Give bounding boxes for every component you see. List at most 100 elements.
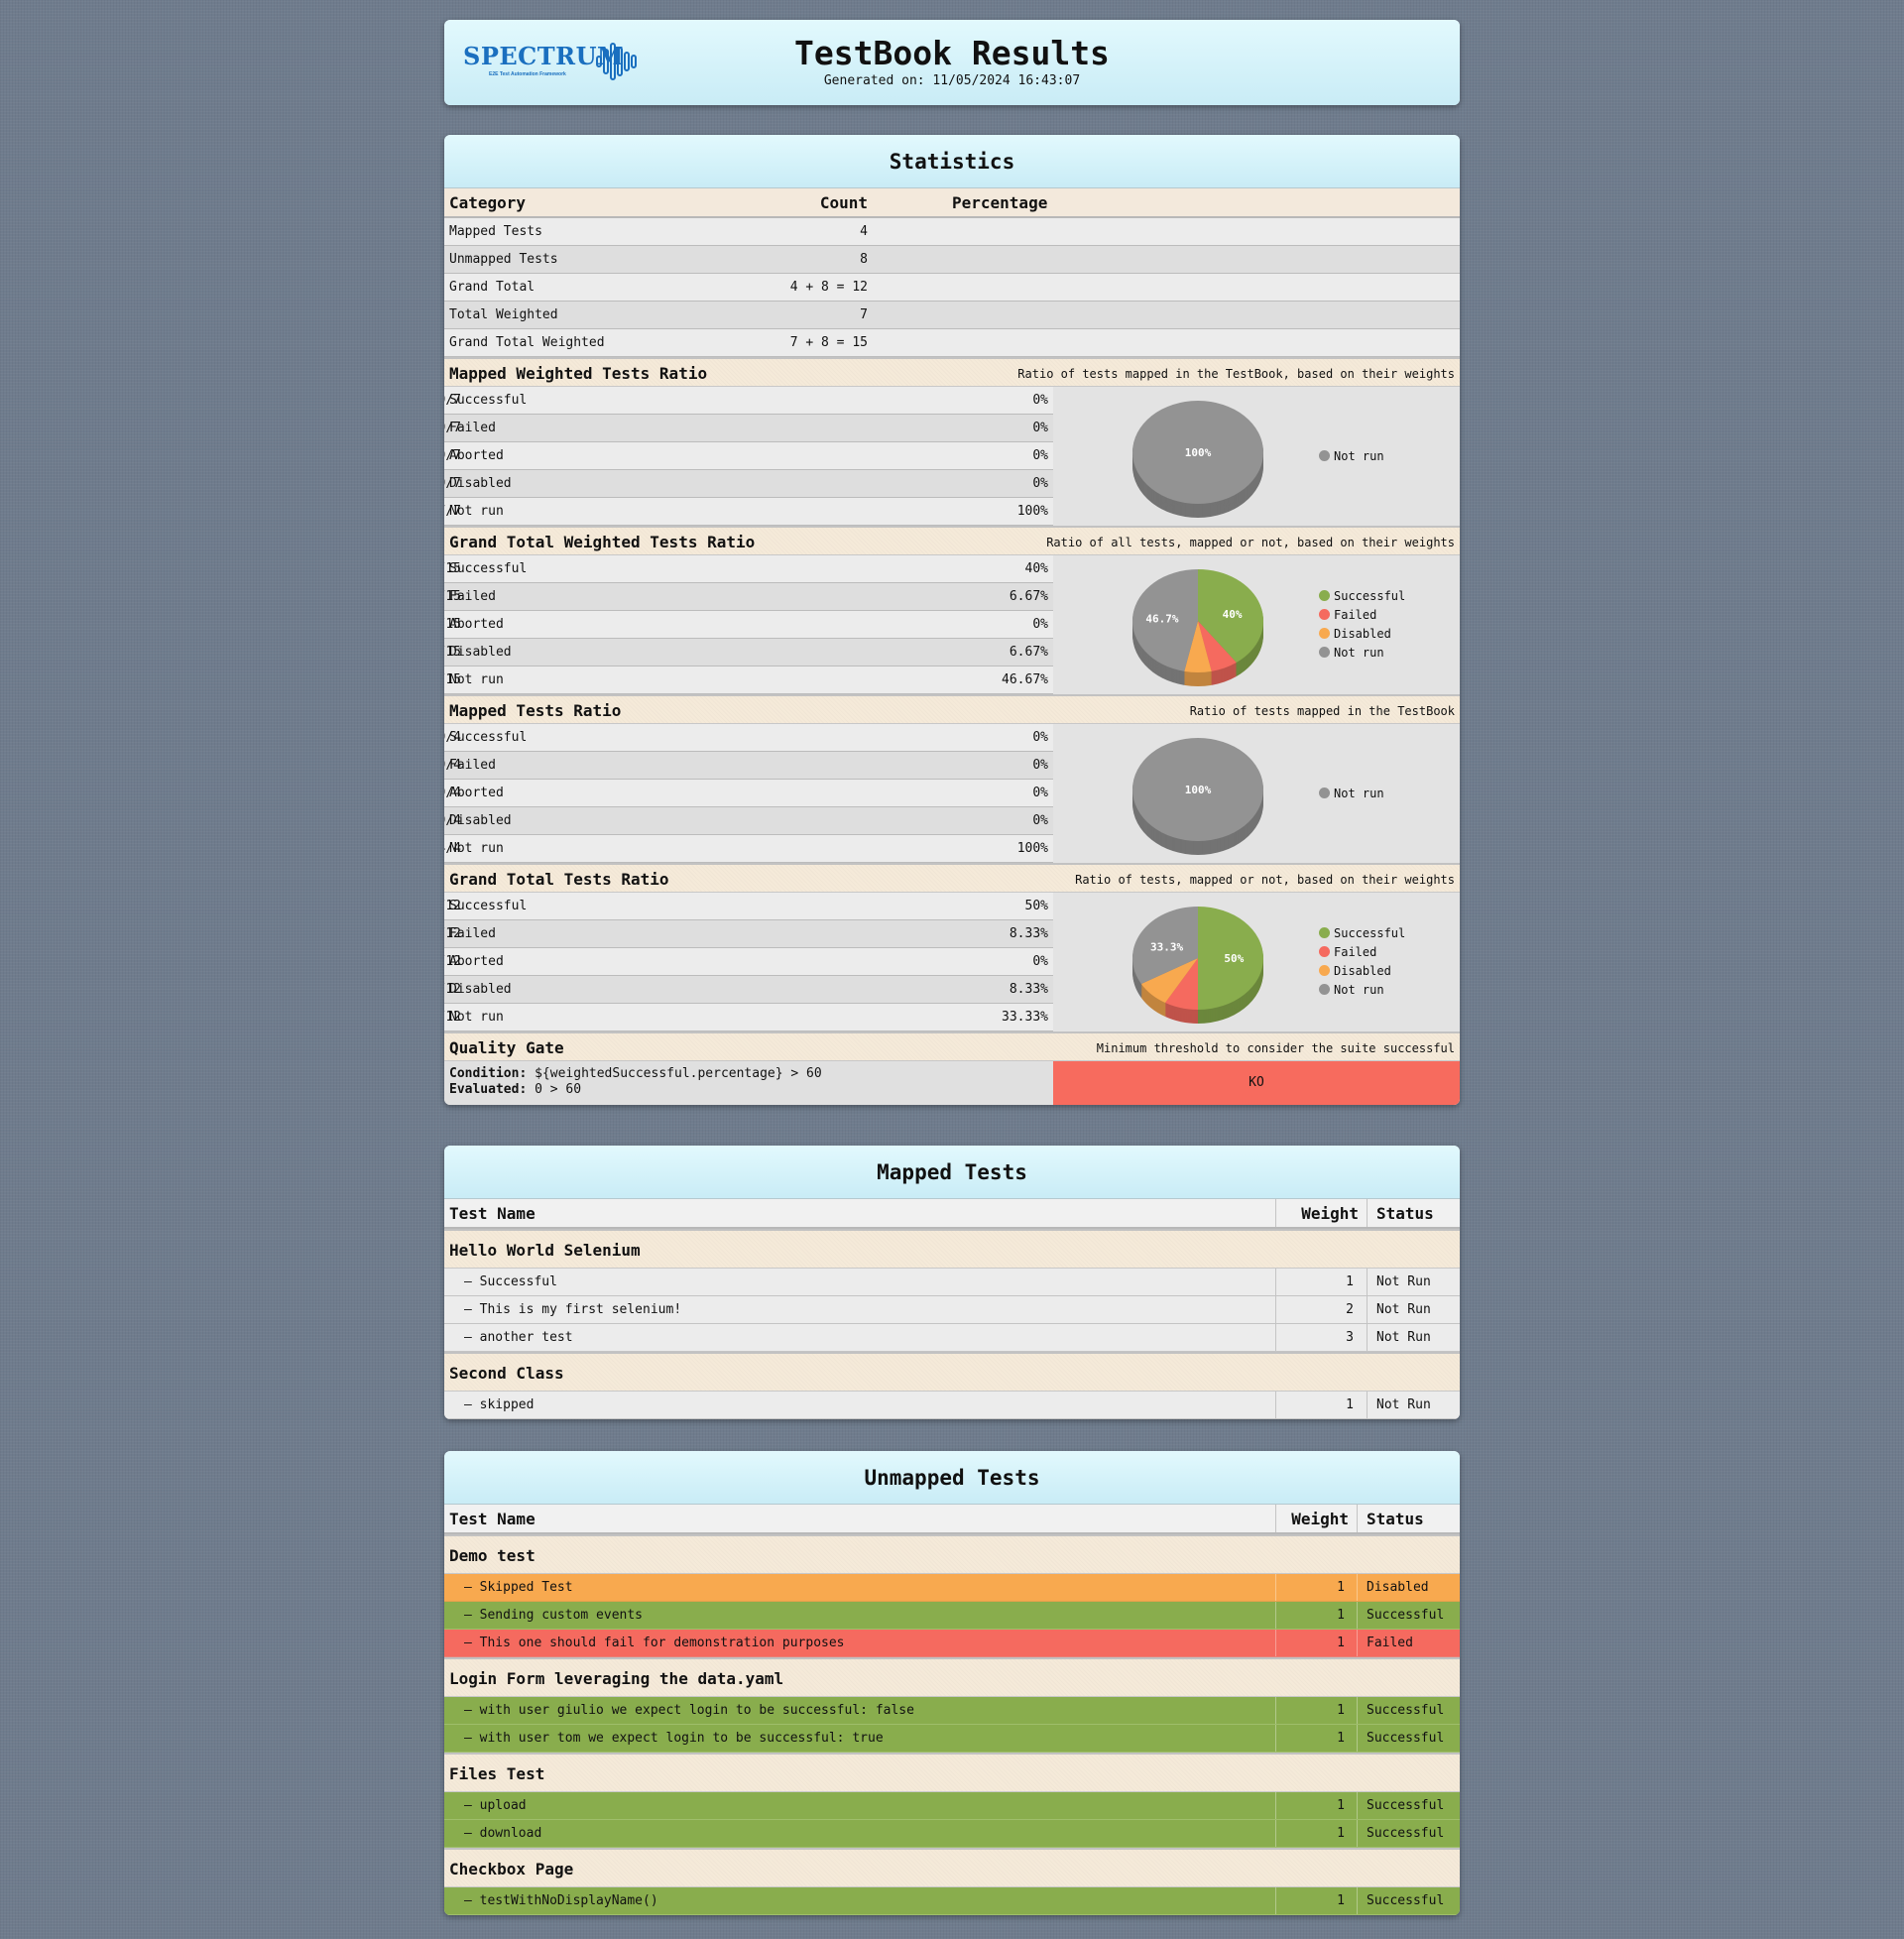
test-row: – This is my first selenium! 2 Not Run xyxy=(444,1296,1460,1324)
ratio-pie-chart: 50% 33.3% xyxy=(1132,907,1263,1024)
ratio-row: Not run7/7100% xyxy=(444,498,1053,526)
test-group-name: Files Test xyxy=(449,1764,545,1783)
legend-label: Not run xyxy=(1334,786,1384,800)
test-row: – download 1 Successful xyxy=(444,1820,1460,1848)
pie-label: 46.7% xyxy=(1145,613,1178,626)
test-row: – Skipped Test 1 Disabled xyxy=(444,1574,1460,1602)
legend-label: Failed xyxy=(1334,608,1377,622)
summary-category: Grand Total Weighted xyxy=(449,335,605,350)
test-status: Successful xyxy=(1367,1826,1445,1841)
ratio-header: Mapped Tests Ratio Ratio of tests mapped … xyxy=(444,694,1460,724)
test-name: – Skipped Test xyxy=(464,1580,573,1595)
legend-label: Successful xyxy=(1334,589,1406,603)
ratio-row: Not run7/1546.67% xyxy=(444,667,1053,694)
test-name: – Successful xyxy=(464,1274,557,1289)
statistics-card: Statistics Category Count Percentage Map… xyxy=(444,135,1460,1105)
col-status: Status xyxy=(1367,1510,1424,1528)
test-weight: 1 xyxy=(1346,1274,1354,1289)
test-row: – upload 1 Successful xyxy=(444,1792,1460,1820)
summary-category: Total Weighted xyxy=(449,307,558,322)
col-count: Count xyxy=(819,193,868,212)
test-status: Failed xyxy=(1367,1636,1413,1650)
quality-gate-desc: Minimum threshold to consider the suite … xyxy=(1096,1041,1455,1055)
ratio-row-percentage: 40% xyxy=(1024,561,1048,576)
ratio-block: Successful6/1540%Failed1/156.67%Aborted0… xyxy=(444,555,1460,695)
ratio-row-count: 1/12 xyxy=(444,926,461,941)
ratio-row-count: 0/7 xyxy=(444,421,461,435)
mapped-tests-body: Hello World Selenium – Successful 1 Not Run… xyxy=(444,1229,1460,1419)
test-weight: 1 xyxy=(1337,1636,1345,1650)
ratio-row: Successful0/40% xyxy=(444,724,1053,752)
pie-area: 100% Not run xyxy=(1053,724,1460,864)
legend-item: Disabled xyxy=(1319,962,1405,981)
unmapped-tests-header: Test Name Weight Status xyxy=(444,1505,1460,1534)
test-weight: 1 xyxy=(1337,1608,1345,1623)
ratio-row-percentage: 46.67% xyxy=(1002,672,1048,687)
legend-dot-icon xyxy=(1319,927,1330,938)
test-name: – upload xyxy=(464,1798,527,1813)
test-group-header: Login Form leveraging the data.yaml xyxy=(444,1657,1460,1697)
ratio-row: Disabled0/40% xyxy=(444,807,1053,835)
ratio-row-percentage: 0% xyxy=(1032,758,1048,773)
summary-row: Grand Total 4 + 8 = 12 xyxy=(444,274,1460,302)
quality-gate-title: Quality Gate xyxy=(449,1038,564,1057)
test-name: – download xyxy=(464,1826,542,1841)
pie-legend: Not run xyxy=(1319,447,1384,466)
col-status: Status xyxy=(1376,1204,1434,1223)
test-weight: 1 xyxy=(1337,1826,1345,1841)
col-weight: Weight xyxy=(1301,1204,1359,1223)
quality-gate-condition: Condition: ${weightedSuccessful.percenta… xyxy=(449,1066,822,1098)
legend-item: Not run xyxy=(1319,644,1405,663)
ratio-row: Successful6/1540% xyxy=(444,555,1053,583)
test-row: – Successful 1 Not Run xyxy=(444,1269,1460,1296)
legend-item: Successful xyxy=(1319,587,1405,606)
legend-label: Disabled xyxy=(1334,627,1391,641)
ratio-row: Aborted0/120% xyxy=(444,948,1053,976)
pie-label: 100% xyxy=(1185,784,1212,796)
mapped-tests-title: Mapped Tests xyxy=(444,1146,1460,1199)
test-weight: 1 xyxy=(1346,1397,1354,1412)
test-status: Not Run xyxy=(1376,1302,1431,1317)
ratio-row-percentage: 0% xyxy=(1032,813,1048,828)
ratio-row-count: 1/15 xyxy=(444,645,461,660)
ratio-row-count: 0/12 xyxy=(444,954,461,969)
ratio-pie-chart: 100% xyxy=(1132,738,1263,855)
legend-dot-icon xyxy=(1319,628,1330,639)
col-test-name: Test Name xyxy=(449,1204,536,1223)
summary-row: Mapped Tests 4 xyxy=(444,218,1460,246)
test-group-name: Second Class xyxy=(449,1364,564,1383)
legend-dot-icon xyxy=(1319,609,1330,620)
quality-gate-result: KO xyxy=(1053,1061,1460,1105)
legend-item: Successful xyxy=(1319,924,1405,943)
ratio-row-count: 0/15 xyxy=(444,617,461,632)
ratio-row-percentage: 0% xyxy=(1032,393,1048,408)
ratio-header: Grand Total Weighted Tests Ratio Ratio of… xyxy=(444,526,1460,555)
header-card: SPECTRUM E2E Test Automation Framework T… xyxy=(444,20,1460,105)
legend-label: Not run xyxy=(1334,983,1384,997)
legend-item: Not run xyxy=(1319,447,1384,466)
ratio-row-count: 7/7 xyxy=(444,504,461,519)
pie-area: 100% Not run xyxy=(1053,387,1460,527)
test-weight: 3 xyxy=(1346,1330,1354,1345)
ratio-block: Successful6/1250%Failed1/128.33%Aborted0… xyxy=(444,893,1460,1032)
test-row: – Sending custom events 1 Successful xyxy=(444,1602,1460,1630)
test-status: Successful xyxy=(1367,1608,1445,1623)
col-category: Category xyxy=(449,193,527,212)
test-status: Successful xyxy=(1367,1731,1445,1746)
summary-row: Total Weighted 7 xyxy=(444,302,1460,329)
legend-dot-icon xyxy=(1319,965,1330,976)
ratio-desc: Ratio of tests mapped in the TestBook xyxy=(1189,704,1455,718)
ratio-title: Grand Total Weighted Tests Ratio xyxy=(449,533,756,551)
legend-item: Failed xyxy=(1319,606,1405,625)
ratio-row-percentage: 0% xyxy=(1032,476,1048,491)
col-percentage: Percentage xyxy=(952,193,1048,212)
test-name: – This is my first selenium! xyxy=(464,1302,682,1317)
test-row: – another test 3 Not Run xyxy=(444,1324,1460,1352)
test-group-name: Hello World Selenium xyxy=(449,1241,641,1260)
summary-count: 7 xyxy=(860,307,868,322)
test-group-header: Checkbox Page xyxy=(444,1848,1460,1887)
legend-dot-icon xyxy=(1319,984,1330,995)
ratio-row-count: 7/15 xyxy=(444,672,461,687)
legend-label: Disabled xyxy=(1334,964,1391,978)
test-name: – skipped xyxy=(464,1397,535,1412)
